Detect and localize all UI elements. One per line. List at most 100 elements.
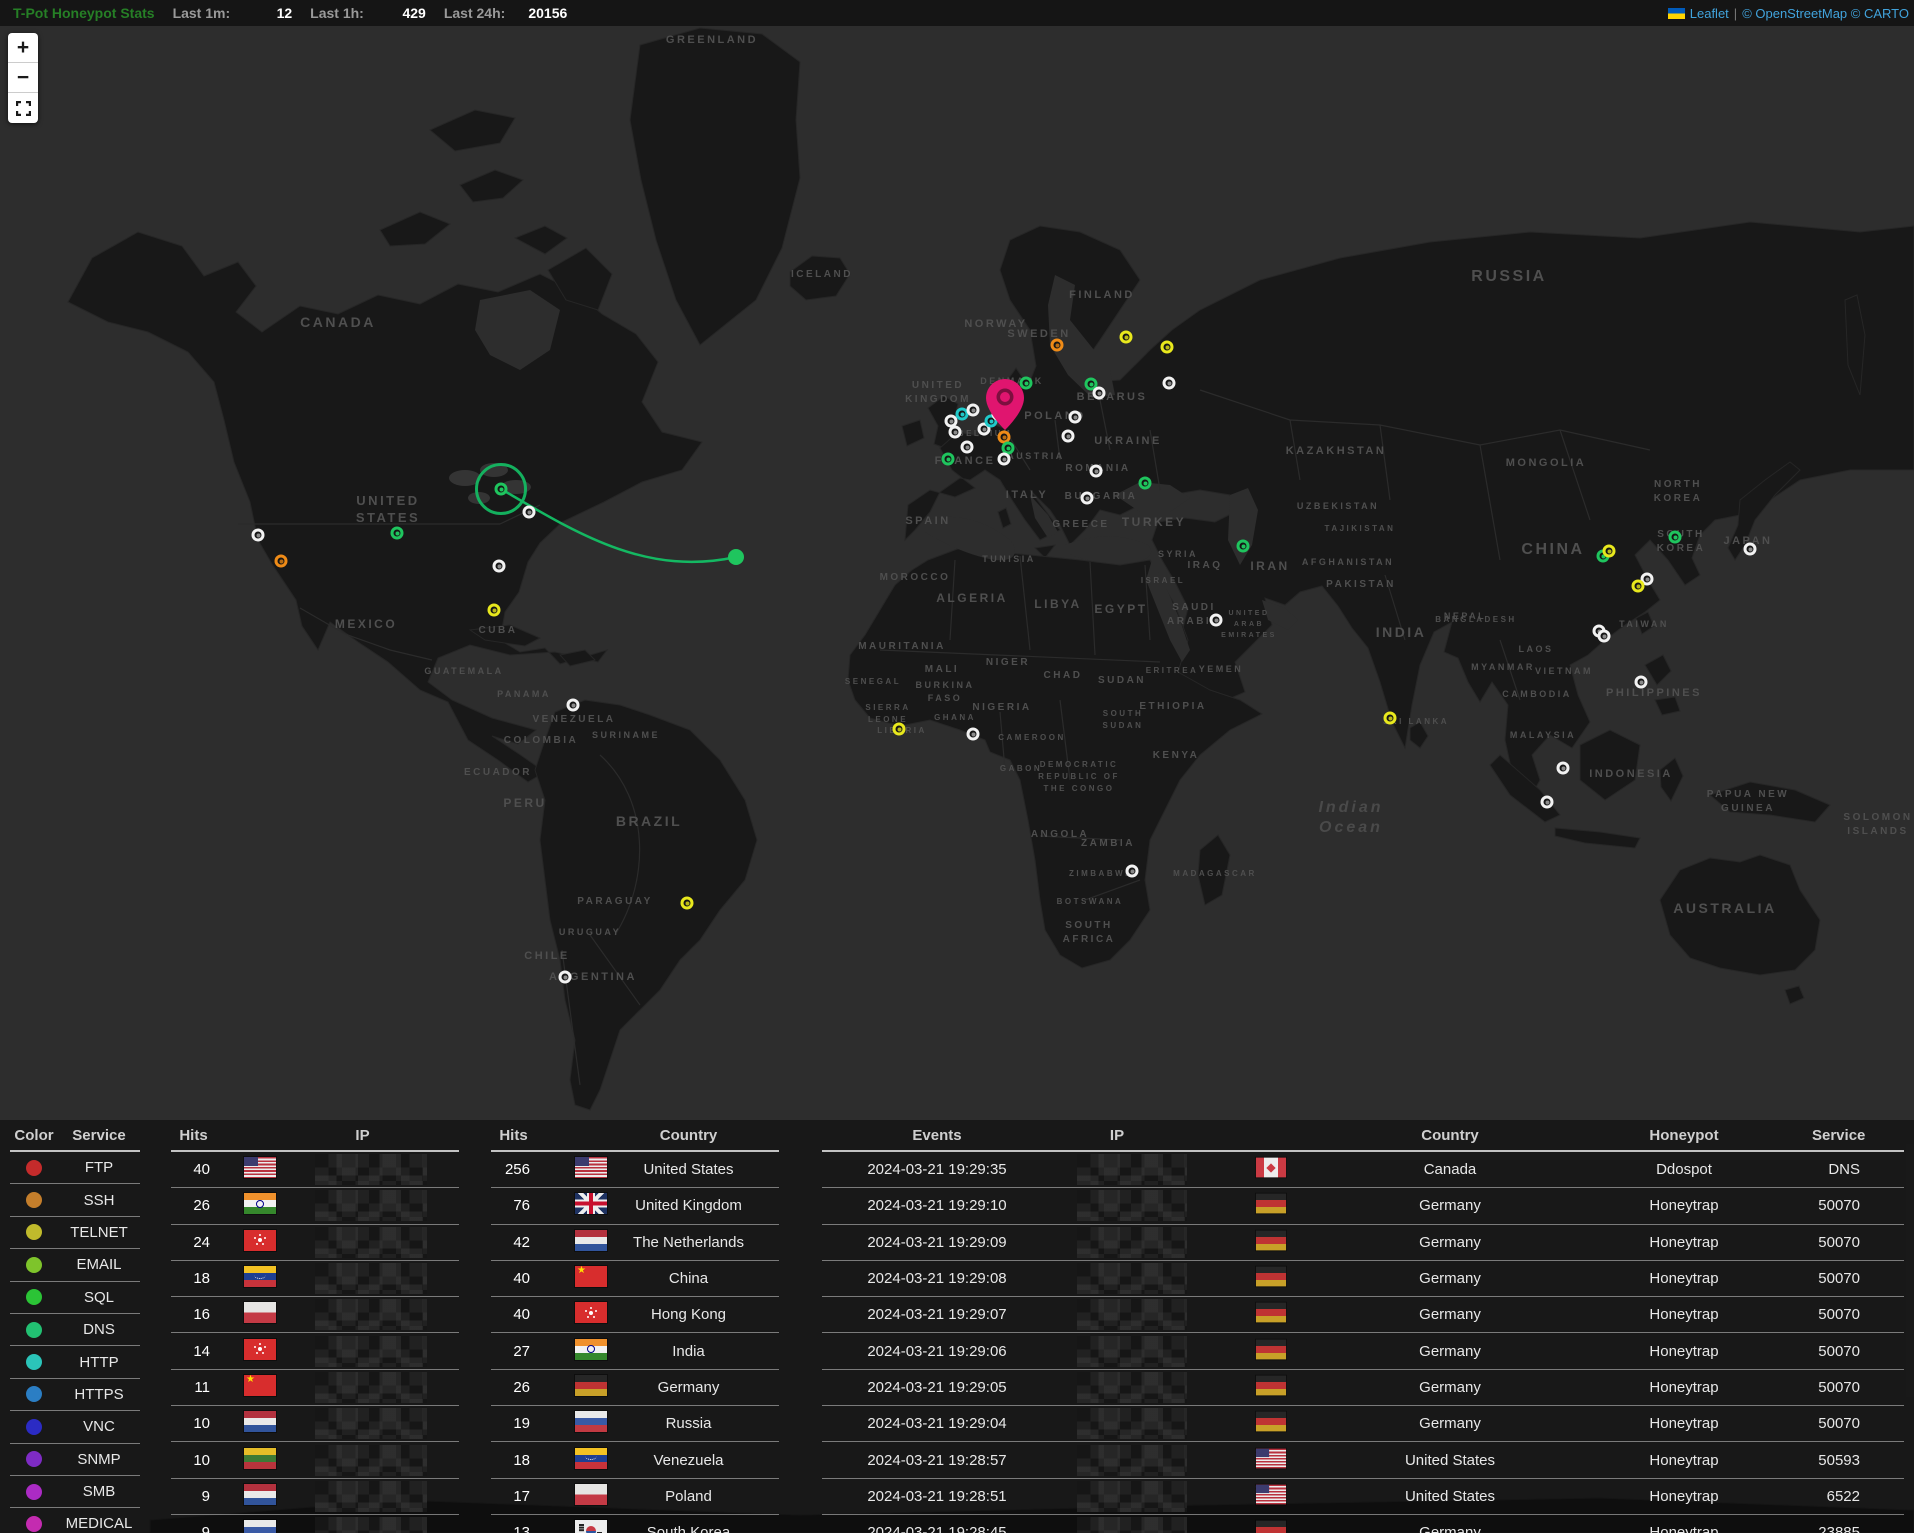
attack-dot[interactable]: [1090, 465, 1103, 478]
attack-dot[interactable]: [1237, 540, 1250, 553]
attack-dot[interactable]: [1139, 477, 1152, 490]
table-row: 2024-03-21 19:29:35CanadaDdospotDNS: [822, 1152, 1904, 1188]
attack-dot[interactable]: [942, 453, 955, 466]
legend-row: DNS: [10, 1314, 140, 1346]
map-label: ISRAEL: [1141, 576, 1185, 585]
attack-dot[interactable]: [967, 404, 980, 417]
attack-dot[interactable]: [1541, 796, 1554, 809]
service-color-swatch: [26, 1192, 42, 1208]
hits-by-country-table: Hits Country 256United States76United Ki…: [491, 1120, 779, 1533]
event-timestamp: 2024-03-21 19:29:09: [822, 1234, 1052, 1251]
flag-kr-icon: [575, 1520, 607, 1533]
attack-dot[interactable]: [1744, 543, 1757, 556]
table-row: 2024-03-21 19:29:08GermanyHoneytrap50070: [822, 1261, 1904, 1297]
map-label: SPAIN: [905, 515, 950, 527]
map-label: COLOMBIA: [504, 735, 578, 746]
attack-dot[interactable]: [1093, 387, 1106, 400]
country-name: Germany: [1288, 1197, 1612, 1214]
map-label: CAMBODIA: [1502, 689, 1572, 699]
service-label: SSH: [58, 1192, 140, 1209]
attack-moving-dot[interactable]: [728, 549, 744, 565]
honeypot-marker-pin[interactable]: [985, 378, 1025, 432]
attack-dot[interactable]: [493, 560, 506, 573]
attack-dot[interactable]: [1669, 531, 1682, 544]
map-label: ICELAND: [791, 269, 853, 280]
flag-cell: [244, 1230, 266, 1255]
map-label: GUATEMALA: [424, 666, 503, 676]
attack-dot[interactable]: [1632, 580, 1645, 593]
stat-value: 20156: [505, 5, 567, 21]
attack-dot[interactable]: [1384, 712, 1397, 725]
attack-dot[interactable]: [1210, 614, 1223, 627]
flag-pl-icon: [244, 1302, 276, 1323]
service-label: SQL: [58, 1289, 140, 1306]
attack-origin-dot[interactable]: [495, 483, 508, 496]
attack-dot[interactable]: [949, 426, 962, 439]
attack-dot[interactable]: [488, 604, 501, 617]
honeypot-name: Honeytrap: [1612, 1306, 1812, 1323]
map-label: PAKISTAN: [1326, 579, 1396, 590]
attack-dot[interactable]: [1161, 341, 1174, 354]
events-header-ip: IP: [1052, 1127, 1242, 1144]
tiles-attribution-link[interactable]: © OpenStreetMap © CARTO: [1742, 6, 1909, 21]
attack-dot[interactable]: [1081, 492, 1094, 505]
hits-count: 19: [491, 1415, 536, 1432]
anonymized-ip: [315, 1336, 427, 1367]
anonymized-ip: [315, 1372, 427, 1403]
flag-ve-icon: [244, 1266, 276, 1287]
table-row: 76United Kingdom: [491, 1188, 779, 1224]
country-name: Germany: [1288, 1343, 1612, 1360]
fullscreen-button[interactable]: [8, 93, 38, 123]
country-name: Germany: [1288, 1524, 1612, 1533]
hits-count: 40: [491, 1306, 536, 1323]
attack-dot[interactable]: [1051, 339, 1064, 352]
map-label: PANAMA: [497, 689, 551, 699]
attack-dot[interactable]: [893, 723, 906, 736]
service-color-swatch: [26, 1419, 42, 1435]
honeypot-name: Honeytrap: [1612, 1379, 1812, 1396]
service-color-swatch: [26, 1451, 42, 1467]
attack-dot[interactable]: [252, 529, 265, 542]
event-timestamp: 2024-03-21 19:29:07: [822, 1306, 1052, 1323]
attack-dot[interactable]: [1120, 331, 1133, 344]
attack-dot[interactable]: [1062, 430, 1075, 443]
attack-dot[interactable]: [967, 728, 980, 741]
attack-dot[interactable]: [998, 453, 1011, 466]
attack-dot[interactable]: [567, 699, 580, 712]
hits-count: 9: [171, 1488, 216, 1505]
table-row: 27India: [491, 1333, 779, 1369]
zoom-out-button[interactable]: −: [8, 63, 38, 93]
stats-panel: Color Service FTPSSHTELNETEMAILSQLDNSHTT…: [0, 1120, 1914, 1533]
flag-de-icon: [575, 1375, 607, 1396]
attack-dot[interactable]: [1603, 545, 1616, 558]
hits-count: 18: [491, 1452, 536, 1469]
flag-us-icon: [1256, 1484, 1286, 1504]
attack-dot[interactable]: [1557, 762, 1570, 775]
table-row: 2024-03-21 19:29:07GermanyHoneytrap50070: [822, 1297, 1904, 1333]
attack-dot[interactable]: [1598, 630, 1611, 643]
attack-dot[interactable]: [1069, 411, 1082, 424]
zoom-in-button[interactable]: +: [8, 33, 38, 63]
country-name: United States: [598, 1161, 779, 1178]
attack-dot[interactable]: [559, 971, 572, 984]
attack-dot[interactable]: [391, 527, 404, 540]
attack-dot[interactable]: [1635, 676, 1648, 689]
attack-dot[interactable]: [1163, 377, 1176, 390]
map-label: SUDAN: [1098, 675, 1146, 686]
attack-dot[interactable]: [961, 441, 974, 454]
attack-dot[interactable]: [1126, 865, 1139, 878]
table-row: 13South Korea: [491, 1515, 779, 1533]
table-row: 10: [171, 1406, 459, 1442]
attack-dot[interactable]: [275, 555, 288, 568]
attack-dot[interactable]: [523, 506, 536, 519]
table-row: 2024-03-21 19:29:04GermanyHoneytrap50070: [822, 1406, 1904, 1442]
flag-cn-icon: [575, 1266, 607, 1287]
map-label: GHANA: [934, 713, 976, 722]
flag-in-icon: [575, 1339, 607, 1360]
hits-header: Hits: [491, 1127, 536, 1144]
map-label: CHINA: [1521, 541, 1584, 558]
country-name: China: [598, 1270, 779, 1287]
attack-dot[interactable]: [681, 897, 694, 910]
leaflet-link[interactable]: Leaflet: [1690, 6, 1729, 21]
stat-value: 429: [364, 5, 426, 21]
